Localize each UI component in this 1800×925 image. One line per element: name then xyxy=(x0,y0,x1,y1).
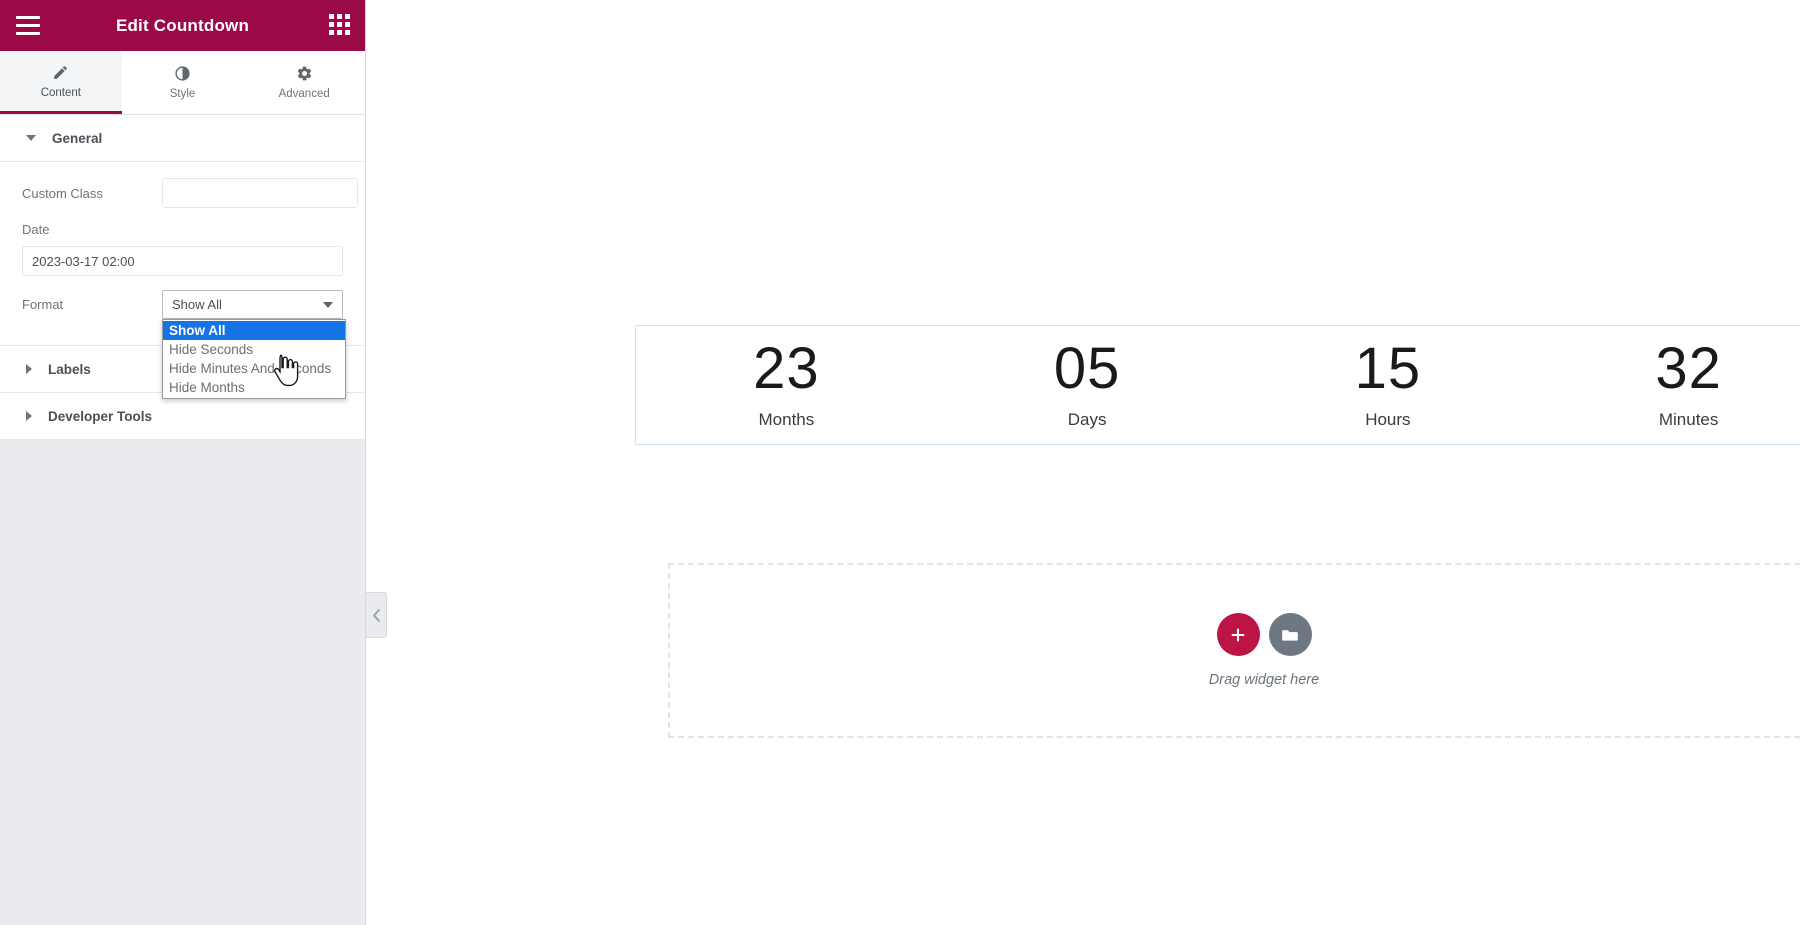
add-widget-button[interactable] xyxy=(1216,613,1260,656)
tab-content-label: Content xyxy=(40,86,81,99)
dropzone-buttons xyxy=(1216,613,1312,656)
format-select-dropdown: Show All Hide Seconds Hide Minutes And S… xyxy=(162,319,346,399)
control-format: Format Show All Show All Hide Seconds Hi… xyxy=(22,290,346,399)
format-select[interactable]: Show All xyxy=(162,290,343,319)
format-option-hide-minutes-and-seconds[interactable]: Hide Minutes And Seconds xyxy=(163,359,345,378)
tab-content[interactable]: Content xyxy=(0,51,122,114)
chevron-down-icon xyxy=(26,135,36,141)
panel-tabs: Content Style Advanced xyxy=(0,51,366,115)
format-select-wrap: Show All Show All Hide Seconds Hide Minu… xyxy=(162,290,346,399)
date-input[interactable] xyxy=(22,246,343,276)
section-labels-label: Labels xyxy=(48,361,91,377)
section-body-general: Custom Class Date Format Show All Show A… xyxy=(0,162,365,399)
countdown-item-hours: 15 Hours xyxy=(1238,340,1539,430)
chevron-down-icon xyxy=(323,302,333,308)
page-title: Edit Countdown xyxy=(115,15,250,35)
countdown-digits: 32 xyxy=(1655,336,1722,401)
format-option-show-all[interactable]: Show All xyxy=(163,321,345,340)
control-custom-class: Custom Class xyxy=(22,178,358,208)
format-label: Format xyxy=(22,297,64,312)
format-option-hide-seconds[interactable]: Hide Seconds xyxy=(163,340,345,359)
countdown-label: Minutes xyxy=(1658,410,1719,429)
countdown-digits: 15 xyxy=(1354,336,1422,401)
tab-advanced[interactable]: Advanced xyxy=(243,51,366,114)
tab-style-label: Style xyxy=(169,88,196,100)
folder-icon xyxy=(1282,629,1298,641)
countdown-item-minutes: 32 Minutes xyxy=(1538,340,1800,430)
countdown-digits: 23 xyxy=(753,336,820,401)
countdown-label: Months xyxy=(758,410,815,429)
chevron-left-icon xyxy=(372,608,380,622)
custom-class-input[interactable] xyxy=(162,178,358,208)
section-header-general[interactable]: General xyxy=(0,115,365,162)
custom-class-label: Custom Class xyxy=(22,185,103,201)
plus-icon xyxy=(1231,628,1245,641)
open-template-library-button[interactable] xyxy=(1268,613,1312,656)
countdown-label: Days xyxy=(1067,410,1107,429)
format-option-hide-months[interactable]: Hide Months xyxy=(163,378,345,397)
chevron-right-icon xyxy=(26,411,32,421)
countdown-item-months: 23 Months xyxy=(636,340,937,430)
panel-header: Edit Countdown xyxy=(0,0,365,51)
countdown-widget[interactable]: 23 Months 05 Days 15 Hours 32 Minutes xyxy=(635,325,1800,445)
panel-collapse-button[interactable] xyxy=(366,592,387,638)
dropzone-label: Drag widget here xyxy=(1208,672,1320,688)
tab-style[interactable]: Style xyxy=(121,51,244,114)
format-select-value: Show All xyxy=(172,297,222,312)
countdown-item-days: 05 Days xyxy=(937,340,1238,430)
tab-advanced-label: Advanced xyxy=(278,88,330,100)
control-date: Date xyxy=(22,222,343,276)
elementor-editor: Edit Countdown Content Style Advanced Ge… xyxy=(0,0,1800,925)
gear-icon xyxy=(296,65,313,82)
hamburger-menu-icon[interactable] xyxy=(11,12,45,38)
date-label: Date xyxy=(22,222,50,237)
section-header-developer-tools[interactable]: Developer Tools xyxy=(0,393,365,440)
apps-grid-icon[interactable] xyxy=(329,14,351,36)
countdown-label: Hours xyxy=(1365,410,1411,429)
section-general-label: General xyxy=(52,130,103,146)
editor-panel: Edit Countdown Content Style Advanced Ge… xyxy=(0,0,366,925)
contrast-icon xyxy=(174,65,191,82)
editor-canvas: 23 Months 05 Days 15 Hours 32 Minutes Dr… xyxy=(366,0,1800,925)
pencil-icon xyxy=(52,64,69,81)
countdown-digits: 05 xyxy=(1053,336,1121,401)
chevron-right-icon xyxy=(26,364,32,374)
widget-dropzone[interactable]: Drag widget here xyxy=(668,563,1800,738)
section-developer-tools-label: Developer Tools xyxy=(48,408,153,424)
